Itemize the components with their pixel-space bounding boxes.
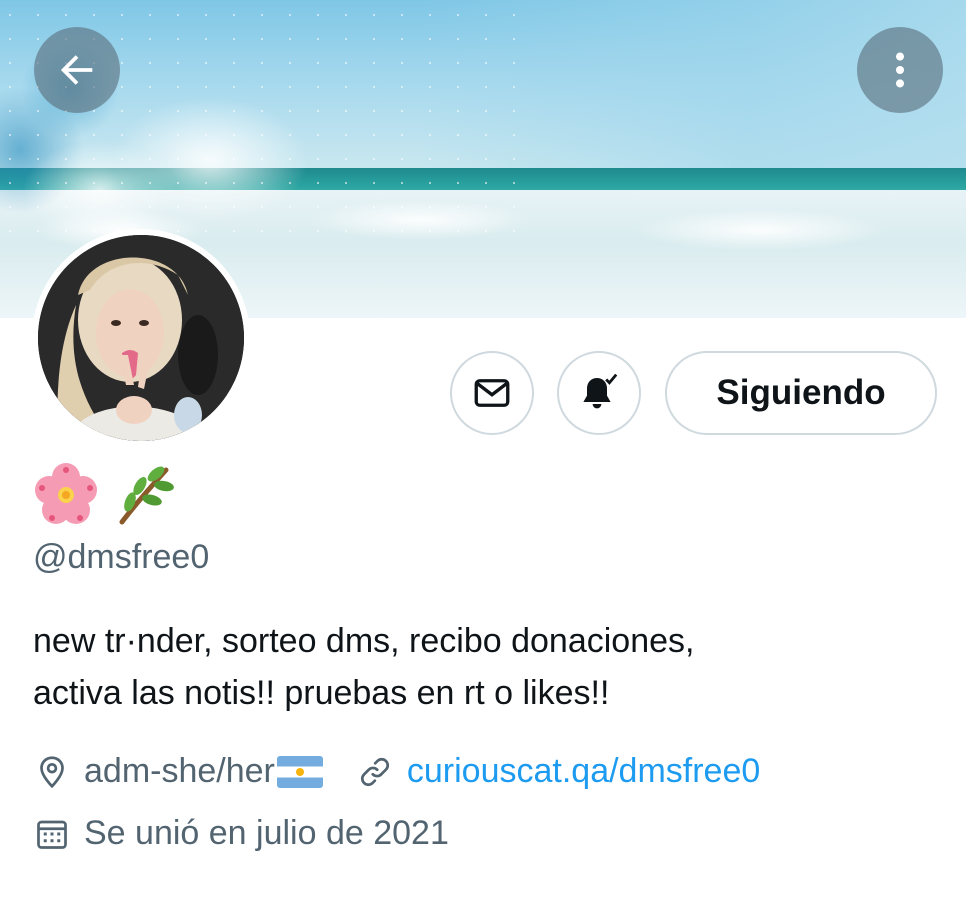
location-text: adm-she/her xyxy=(84,752,275,790)
profile-bio: new tr·nder, sorteo dms, recibo donacion… xyxy=(33,615,933,719)
bio-line: activa las notis!! pruebas en rt o likes… xyxy=(33,674,610,712)
following-button-label: Siguiendo xyxy=(716,373,886,412)
calendar-icon xyxy=(34,816,70,852)
back-button[interactable] xyxy=(34,27,120,113)
avatar[interactable] xyxy=(32,229,250,447)
notifications-button[interactable] xyxy=(557,351,641,435)
more-vertical-icon xyxy=(895,52,905,88)
profile-meta-location-link: adm-she/her curiouscat.qa/dmsfree0 xyxy=(34,752,760,791)
bell-check-icon xyxy=(583,373,618,409)
website-link[interactable]: curiouscat.qa/dmsfree0 xyxy=(407,752,760,791)
more-options-button[interactable] xyxy=(857,27,943,113)
message-button[interactable] xyxy=(450,351,534,435)
argentina-flag-icon xyxy=(276,755,323,788)
joined-date-text: Se unió en julio de 2021 xyxy=(84,814,449,852)
arrow-left-icon xyxy=(60,55,93,85)
location-pin-icon xyxy=(34,754,70,790)
envelope-icon xyxy=(474,379,510,407)
bio-line: new tr·nder, sorteo dms, recibo donacion… xyxy=(33,622,695,660)
following-button[interactable]: Siguiendo xyxy=(665,351,937,435)
link-icon xyxy=(357,754,393,790)
profile-meta-joined: Se unió en julio de 2021 xyxy=(34,814,449,853)
profile-handle: @dmsfree0 xyxy=(33,538,210,576)
avatar-image xyxy=(38,235,244,441)
display-name xyxy=(34,462,176,526)
cherry-blossom-icon xyxy=(35,463,97,524)
herb-icon xyxy=(119,466,174,525)
